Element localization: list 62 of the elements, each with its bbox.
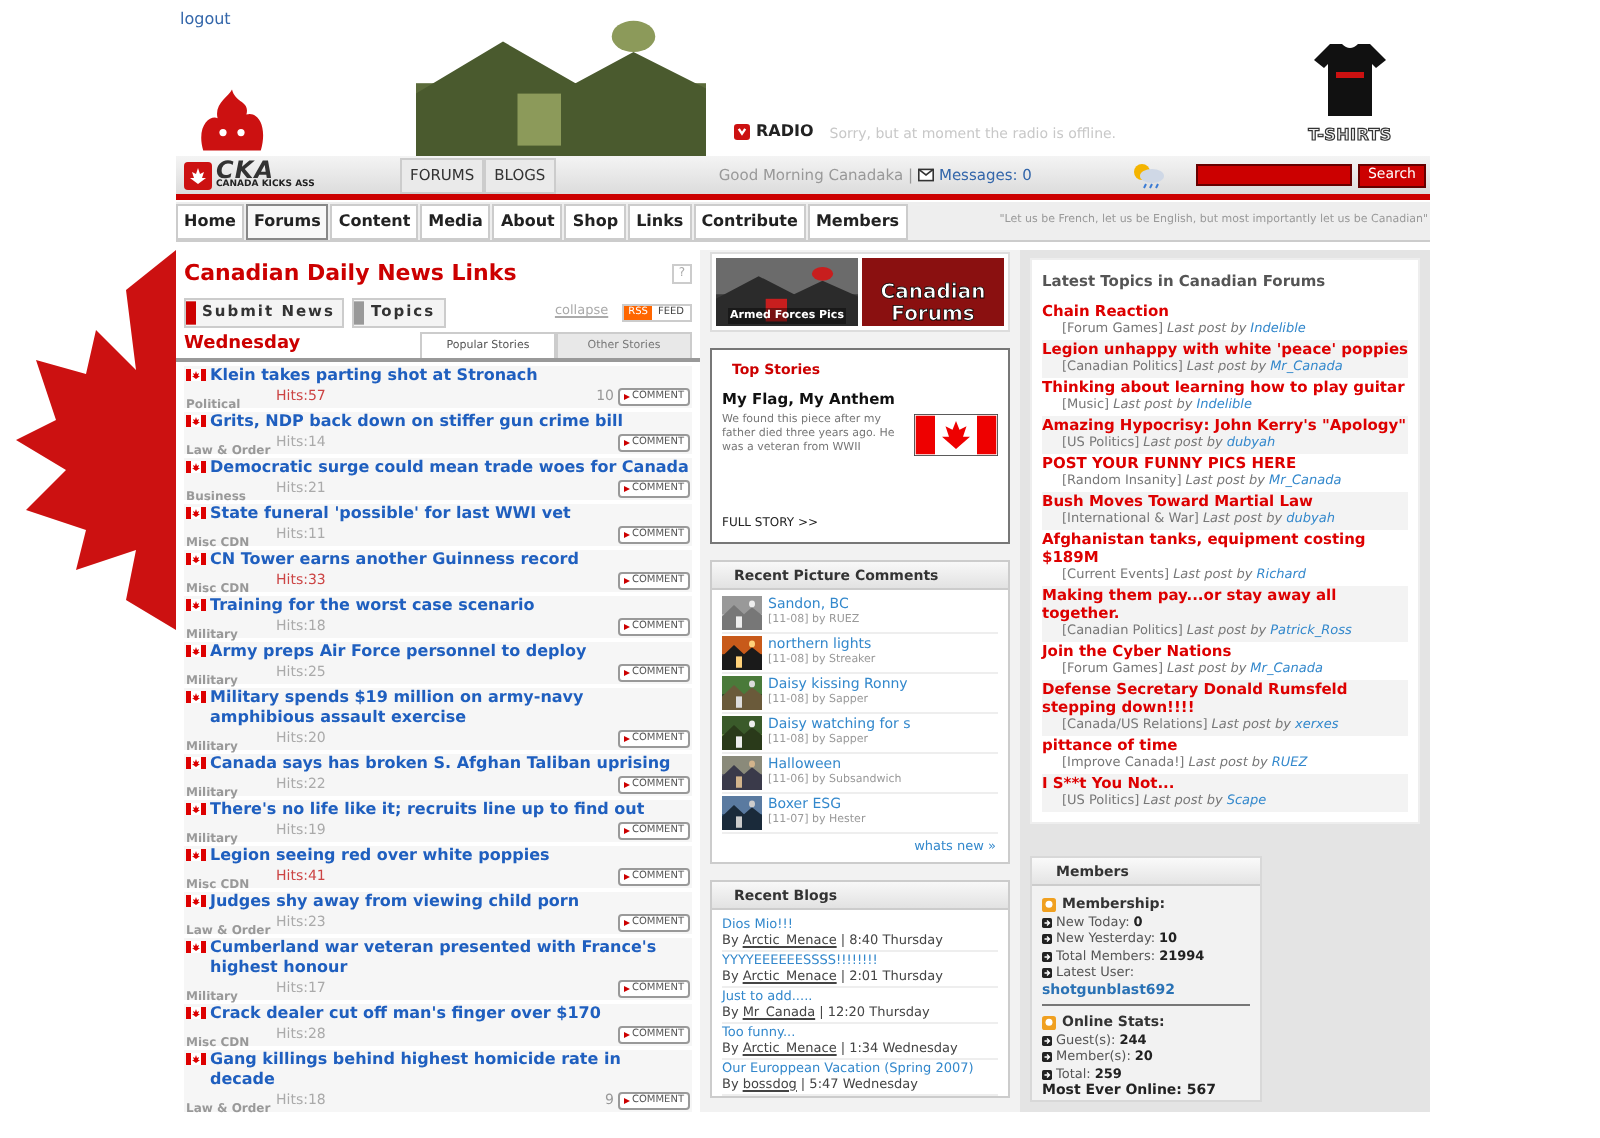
radio-label: RADIO: [756, 120, 814, 144]
news-headline[interactable]: Military spends $19 million on army-navy amphibious assault exercise: [210, 688, 690, 728]
news-headline[interactable]: Grits, NDP back down on stiffer gun crime bill: [210, 412, 623, 432]
bullet-icon: [1042, 951, 1052, 961]
user-icon: [1042, 1016, 1056, 1030]
arrow-icon: [623, 1098, 630, 1104]
radio-icon: [734, 124, 750, 140]
bullet-icon: [1042, 1052, 1052, 1062]
arrow-icon: [623, 578, 630, 584]
nav-tab[interactable]: Forums: [245, 203, 329, 239]
news-headline[interactable]: Training for the worst case scenario: [210, 596, 535, 616]
user-icon: [1042, 898, 1056, 912]
flag-drawing: [914, 413, 998, 456]
bullet-icon: [1042, 1069, 1052, 1079]
logout-link[interactable]: logout: [176, 0, 416, 32]
arrow-icon: [623, 782, 630, 788]
bullet-icon: [1042, 1035, 1052, 1045]
news-headline[interactable]: There's no life like it; recruits line up to find out: [210, 800, 645, 820]
news-headline[interactable]: Legion seeing red over white poppies: [210, 846, 550, 866]
bullet-icon: [1042, 917, 1052, 927]
news-headline[interactable]: Canada says has broken S. Afghan Taliban uprising: [210, 754, 671, 774]
arrow-icon: [623, 920, 630, 926]
nav-tab[interactable]: Members: [807, 203, 908, 239]
nav-tab[interactable]: Media: [420, 203, 491, 239]
arrow-icon: [623, 486, 630, 492]
mail-icon: [918, 168, 935, 182]
arrow-icon: [623, 440, 630, 446]
arrow-icon: [623, 532, 630, 538]
nav-tab[interactable]: Home: [176, 203, 244, 239]
arrow-icon: [623, 394, 630, 400]
arrow-icon: [623, 986, 630, 992]
news-headline[interactable]: Democratic surge could mean trade woes for Canada: [210, 458, 689, 478]
forums-banner[interactable]: Canadian Forums: [862, 258, 1004, 326]
news-headline[interactable]: Crack dealer cut off man's finger over $170: [210, 1004, 601, 1024]
news-headline[interactable]: Gang killings behind highest homicide rate in decade: [210, 1050, 690, 1090]
news-headline[interactable]: Cumberland war veteran presented with France's highest honour: [210, 938, 690, 978]
news-headline[interactable]: Klein takes parting shot at Stronach: [210, 366, 538, 386]
nav-tab[interactable]: Links: [628, 203, 692, 239]
tab-edge-icon: [186, 299, 196, 325]
arrow-icon: [623, 736, 630, 742]
nav-tab[interactable]: Shop: [564, 203, 627, 239]
nav-tab[interactable]: About: [492, 203, 563, 239]
day-label: Wednesday: [184, 331, 303, 357]
arrow-icon: [623, 874, 630, 880]
tab-edge-icon: [354, 299, 365, 325]
bullet-icon: [1042, 934, 1052, 944]
arrow-icon: [623, 828, 630, 834]
weather-icon: [1131, 161, 1164, 189]
logo-icon: [184, 161, 212, 189]
search-field[interactable]: [1195, 164, 1352, 186]
nav-tab[interactable]: Contribute: [693, 203, 806, 239]
arrow-icon: [623, 624, 630, 630]
news-headline[interactable]: CN Tower earns another Guinness record: [210, 550, 579, 570]
mascot-icon: [196, 88, 268, 152]
arrow-icon: [623, 670, 630, 676]
news-headline[interactable]: Judges shy away from viewing child porn: [210, 892, 580, 912]
nav-tab[interactable]: Content: [330, 203, 419, 239]
news-title: Canadian Daily News Links: [184, 258, 517, 290]
news-headline[interactable]: Army preps Air Force personnel to deploy: [210, 642, 587, 662]
arrow-icon: [623, 1032, 630, 1038]
news-headline[interactable]: State funeral 'possible' for last WWI vet: [210, 504, 571, 524]
bullet-icon: [1042, 968, 1052, 978]
